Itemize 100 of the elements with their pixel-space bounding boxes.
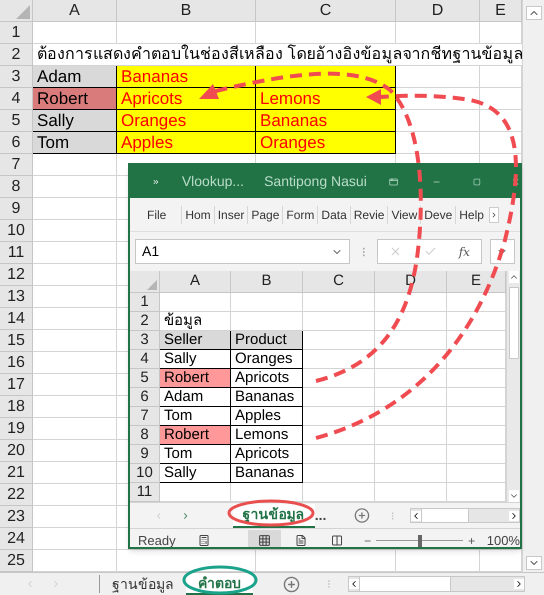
row-header[interactable]: 20	[0, 440, 33, 462]
row-header[interactable]: 9	[0, 198, 33, 220]
row-header[interactable]: 22	[0, 484, 33, 506]
table-cell: Oranges	[117, 110, 256, 132]
ribbon-tab[interactable]: Revie	[350, 206, 388, 224]
column-header[interactable]: D	[396, 0, 480, 22]
table-cell: Bananas	[256, 110, 396, 132]
macro-icon[interactable]	[198, 534, 210, 547]
row-header[interactable]: 2	[0, 44, 33, 66]
ribbon-tab[interactable]: Help	[455, 206, 487, 224]
ribbon-tab[interactable]: Form	[282, 206, 318, 224]
row-header[interactable]: 4	[130, 350, 160, 369]
table-cell: Lemons	[231, 426, 303, 445]
vertical-scrollbar[interactable]	[522, 0, 544, 572]
scrollbar-thumb[interactable]	[359, 577, 451, 591]
row-header[interactable]: 18	[0, 396, 33, 418]
zoom-in-icon[interactable]	[467, 536, 477, 546]
add-sheet-icon[interactable]	[283, 576, 300, 592]
row-header[interactable]: 5	[0, 110, 33, 132]
maximize-icon[interactable]	[473, 176, 481, 188]
table-header-cell: Product	[231, 331, 303, 350]
scroll-up-icon[interactable]	[526, 6, 542, 20]
scroll-right-icon[interactable]	[514, 579, 524, 589]
table-header-cell: Seller	[160, 331, 231, 350]
column-header[interactable]: A	[33, 0, 117, 22]
row-header[interactable]: 16	[0, 352, 33, 374]
row-header[interactable]: 21	[0, 462, 33, 484]
sheet-tab[interactable]: ฐานข้อมูล	[100, 573, 186, 595]
table-cell: Apples	[117, 132, 256, 154]
row-header[interactable]: 5	[130, 369, 160, 388]
formula-expand-button[interactable]	[490, 239, 515, 264]
ribbon-tab[interactable]: Hom	[181, 206, 214, 224]
scroll-up-icon[interactable]	[508, 271, 518, 283]
table-cell: Robert	[160, 369, 231, 388]
row-header[interactable]: 6	[0, 132, 33, 154]
row-header[interactable]: 15	[0, 330, 33, 352]
table-cell: Tom	[160, 445, 231, 464]
normal-view-button[interactable]	[248, 530, 281, 547]
horizontal-scrollbar[interactable]	[410, 508, 520, 523]
row-header[interactable]: 4	[0, 88, 33, 110]
ribbon-tab[interactable]: Data	[317, 206, 350, 224]
scroll-down-icon[interactable]	[526, 556, 542, 570]
row-header[interactable]: 25	[0, 550, 33, 572]
scrollbar-thumb[interactable]	[420, 509, 469, 522]
table-cell: Sally	[160, 464, 231, 483]
row-header[interactable]: 12	[0, 264, 33, 286]
table-cell: Robert	[160, 426, 231, 445]
window-title: Vlookup...	[182, 172, 244, 191]
table-cell: Tom	[33, 132, 117, 154]
ribbon-tab[interactable]: File	[144, 206, 170, 224]
row-header[interactable]: 1	[0, 22, 33, 44]
scrollbar-thumb[interactable]	[508, 287, 518, 359]
ribbon-tab[interactable]: Deve	[420, 206, 456, 224]
row-header[interactable]: 11	[0, 242, 33, 264]
row-header[interactable]: 8	[130, 426, 160, 445]
row-header[interactable]: 17	[0, 374, 33, 396]
ribbon-tab[interactable]: View	[387, 206, 420, 224]
row-header[interactable]: 3	[130, 331, 160, 350]
ribbon-scroll-icon[interactable]	[488, 206, 499, 222]
row-header[interactable]: 7	[130, 407, 160, 426]
slider-thumb[interactable]	[418, 534, 422, 546]
column-header[interactable]: B	[117, 0, 256, 22]
horizontal-scrollbar[interactable]	[348, 576, 525, 592]
ribbon-tab[interactable]: Inser	[214, 206, 248, 224]
table-cell: Apricots	[231, 369, 303, 388]
more-tabs[interactable]: ...	[314, 505, 326, 526]
row-header[interactable]: 2	[130, 312, 160, 331]
table-cell: Bananas	[231, 464, 303, 483]
column-header[interactable]: C	[256, 0, 396, 22]
insert-function-button[interactable]: fx	[458, 242, 470, 260]
grid-icon	[258, 534, 271, 547]
row-header[interactable]: 11	[130, 483, 160, 502]
cancel-icon[interactable]	[389, 245, 402, 258]
row-header[interactable]: 10	[130, 464, 160, 483]
row-header[interactable]: 10	[0, 220, 33, 242]
row-header[interactable]: 9	[130, 445, 160, 464]
zoom-slider[interactable]	[376, 534, 464, 546]
name-box[interactable]: A1	[135, 239, 350, 264]
scroll-left-icon[interactable]	[349, 579, 359, 589]
row-header[interactable]: 6	[130, 388, 160, 407]
table-cell: Apricots	[117, 88, 256, 110]
row-header[interactable]: 3	[0, 66, 33, 88]
row-header[interactable]: 1	[130, 293, 160, 312]
page-layout-icon[interactable]	[294, 534, 308, 547]
scroll-down-icon[interactable]	[508, 490, 518, 502]
row-header[interactable]: 24	[0, 528, 33, 550]
add-sheet-icon[interactable]	[354, 507, 370, 524]
row-header[interactable]: 19	[0, 418, 33, 440]
row-header[interactable]: 23	[0, 506, 33, 528]
scroll-right-icon[interactable]	[509, 510, 519, 520]
vertical-scrollbar[interactable]	[506, 271, 520, 502]
row-header[interactable]: 7	[0, 154, 33, 176]
row-header[interactable]: 14	[0, 308, 33, 330]
table-cell: Bananas	[231, 388, 303, 407]
table-cell: Bananas	[117, 66, 256, 88]
page-break-icon[interactable]	[331, 534, 344, 547]
row-header[interactable]: 8	[0, 176, 33, 198]
row-header[interactable]: 13	[0, 286, 33, 308]
ribbon-tab[interactable]: Page	[247, 206, 282, 224]
scroll-left-icon[interactable]	[410, 510, 421, 520]
